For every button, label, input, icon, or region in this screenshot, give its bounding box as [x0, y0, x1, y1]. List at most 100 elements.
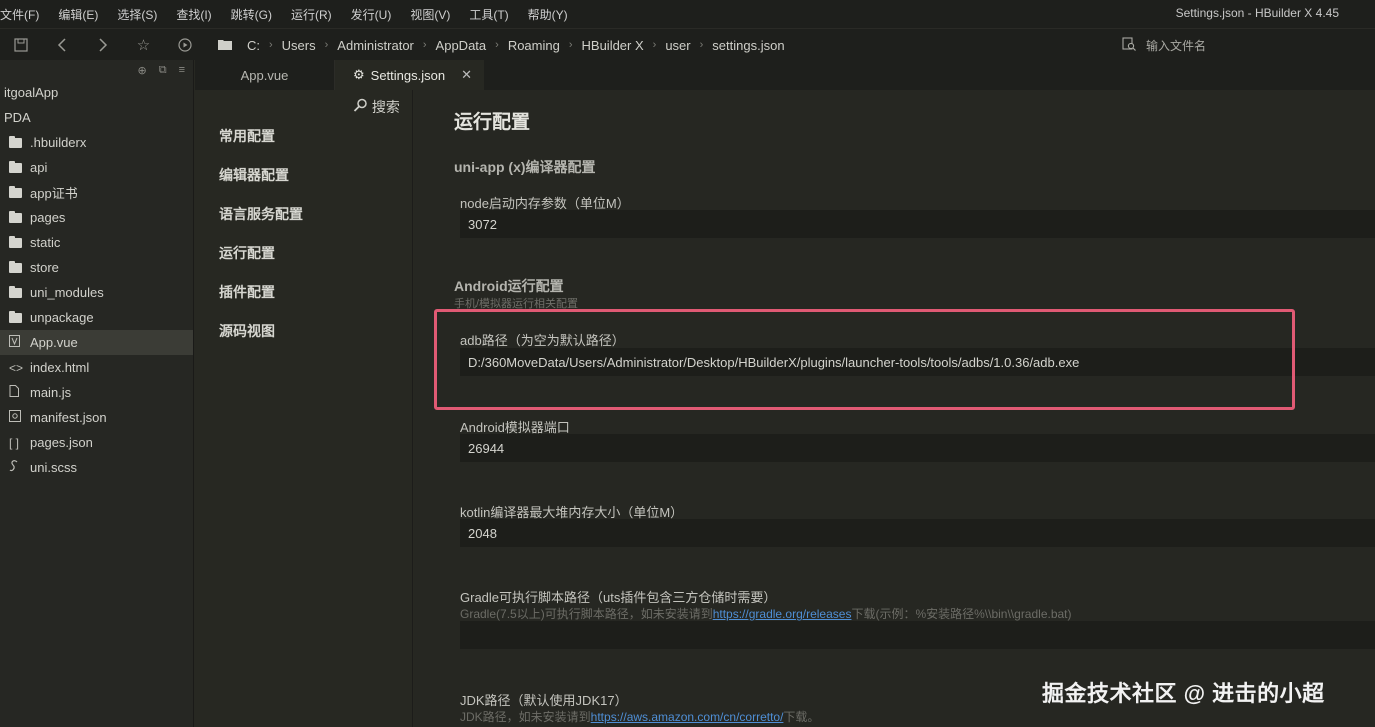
page-title: 运行配置: [454, 112, 531, 133]
highlight-annotation: [434, 309, 1295, 410]
locate-icon[interactable]: ⊕: [138, 64, 147, 77]
tree-folder[interactable]: .hbuilderx: [0, 130, 193, 155]
run-icon[interactable]: [164, 29, 205, 61]
tree-folder[interactable]: app证书: [0, 180, 193, 205]
jdk-desc-text: JDK路径，如未安装请到: [460, 710, 591, 724]
manifest-file-icon: [9, 410, 30, 425]
project-root-label: PDA: [4, 110, 31, 125]
section-heading-android: Android运行配置: [454, 278, 564, 294]
nav-plugin-settings[interactable]: 插件配置: [219, 282, 275, 302]
breadcrumb-item[interactable]: AppData: [427, 38, 496, 53]
menu-bar: 文件(F) 编辑(E) 选择(S) 查找(I) 跳转(G) 运行(R) 发行(U…: [0, 0, 1375, 28]
tree-item-label: api: [30, 160, 48, 175]
folder-icon: [9, 285, 22, 298]
jdk-download-link[interactable]: https://aws.amazon.com/cn/corretto/: [591, 710, 784, 724]
tab-app-vue[interactable]: App.vue: [195, 60, 335, 90]
menu-select[interactable]: 选择(S): [117, 6, 164, 23]
search-icon: [353, 98, 372, 115]
gradle-download-link[interactable]: https://gradle.org/releases: [713, 607, 852, 621]
gradle-path-input[interactable]: [460, 621, 1375, 649]
breadcrumb-item[interactable]: C:: [238, 38, 269, 53]
nav-editor-settings[interactable]: 编辑器配置: [219, 165, 289, 185]
tab-settings-json[interactable]: ⚙ Settings.json ✕: [335, 60, 484, 90]
save-icon[interactable]: [0, 29, 41, 61]
tab-label: App.vue: [240, 67, 289, 83]
toolbar: ☆ C: › Users › Administrator › AppData ›…: [0, 28, 1375, 60]
tree-item-label: uni_modules: [30, 285, 104, 300]
kotlin-heap-input[interactable]: 2048: [460, 519, 1375, 547]
breadcrumb-item[interactable]: user: [656, 38, 699, 53]
tree-item-label: index.html: [30, 360, 90, 375]
folder-icon: [9, 260, 22, 273]
breadcrumb: C: › Users › Administrator › AppData › R…: [218, 29, 794, 61]
nav-source-view[interactable]: 源码视图: [219, 321, 275, 341]
tree-file[interactable]: main.js: [0, 380, 193, 405]
tree-folder[interactable]: api: [0, 155, 193, 180]
forward-icon[interactable]: [82, 29, 123, 61]
search-label: 搜索: [371, 99, 400, 115]
emulator-port-input[interactable]: 26944: [460, 434, 1375, 462]
tree-folder[interactable]: pages: [0, 205, 193, 230]
nav-run-settings[interactable]: 运行配置: [219, 243, 275, 263]
menu-publish[interactable]: 发行(U): [351, 6, 399, 23]
window-title: Settings.json - HBuilder X 4.45: [1175, 6, 1339, 20]
tree-item-label: pages.json: [30, 435, 93, 450]
breadcrumb-item[interactable]: HBuilder X: [573, 38, 653, 53]
tree-item-label: main.js: [30, 385, 72, 400]
tree-item-label: uni.scss: [30, 460, 77, 475]
tree-folder[interactable]: static: [0, 230, 193, 255]
nav-language-service-settings[interactable]: 语言服务配置: [219, 204, 303, 224]
star-icon[interactable]: ☆: [123, 29, 164, 61]
file-search[interactable]: 输入文件名: [1122, 29, 1206, 61]
node-memory-input[interactable]: 3072: [460, 210, 1375, 238]
nav-general-settings[interactable]: 常用配置: [219, 126, 275, 146]
tree-item-label: manifest.json: [30, 410, 107, 425]
jdk-desc-suffix: 下载。: [783, 710, 820, 724]
folder-icon: [9, 310, 22, 323]
project-root[interactable]: PDA: [0, 105, 193, 130]
tab-label: Settings.json: [370, 67, 446, 83]
menu-tools[interactable]: 工具(T): [469, 6, 515, 23]
tree-file[interactable]: [ ] pages.json: [0, 430, 193, 455]
tree-file[interactable]: <> index.html: [0, 355, 193, 380]
tree-folder[interactable]: uni_modules: [0, 280, 193, 305]
folder-icon: [9, 135, 22, 148]
folder-icon: [9, 185, 22, 198]
settings-search-button[interactable]: 搜索: [353, 97, 400, 117]
menu-help[interactable]: 帮助(Y): [528, 6, 575, 23]
tree-item-label: static: [30, 235, 61, 250]
tree-item-label: unpackage: [30, 310, 94, 325]
vue-file-icon: [9, 335, 30, 350]
section-heading-compiler: uni-app (x)编译器配置: [454, 159, 596, 175]
breadcrumb-item[interactable]: Roaming: [499, 38, 569, 53]
settings-nav: 搜索 常用配置 编辑器配置 语言服务配置 运行配置 插件配置 源码视图: [195, 90, 413, 727]
close-icon[interactable]: ✕: [461, 67, 472, 83]
tree-file[interactable]: uni.scss: [0, 455, 193, 480]
gradle-path-label: Gradle可执行脚本路径（uts插件包含三方仓储时需要）: [460, 590, 777, 605]
breadcrumb-item[interactable]: settings.json: [703, 38, 793, 53]
menu-run[interactable]: 运行(R): [291, 6, 339, 23]
menu-find[interactable]: 查找(I): [176, 6, 218, 23]
menu-goto[interactable]: 跳转(G): [231, 6, 279, 23]
menu-icon[interactable]: ≡: [179, 64, 185, 76]
collapse-icon[interactable]: ⧉: [159, 64, 167, 77]
menu-file[interactable]: 文件(F): [0, 6, 46, 23]
gradle-desc-text: Gradle(7.5以上)可执行脚本路径，如未安装请到: [460, 607, 713, 621]
explorer-toolbar: ⊕ ⧉ ≡: [0, 60, 193, 80]
tree-file[interactable]: App.vue: [0, 330, 193, 355]
jdk-path-description: JDK路径，如未安装请到https://aws.amazon.com/cn/co…: [460, 708, 819, 725]
file-search-icon: [1122, 36, 1136, 54]
folder-icon: [218, 37, 238, 53]
tree-file[interactable]: manifest.json: [0, 405, 193, 430]
back-icon[interactable]: [41, 29, 82, 61]
json-file-icon: [ ]: [9, 435, 20, 450]
file-search-input[interactable]: 输入文件名: [1146, 37, 1206, 54]
menu-view[interactable]: 视图(V): [410, 6, 457, 23]
project-root[interactable]: itgoalApp: [0, 80, 193, 105]
menu-edit[interactable]: 编辑(E): [58, 6, 105, 23]
folder-icon: [9, 235, 22, 248]
breadcrumb-item[interactable]: Administrator: [328, 38, 423, 53]
tree-folder[interactable]: unpackage: [0, 305, 193, 330]
tree-folder[interactable]: store: [0, 255, 193, 280]
breadcrumb-item[interactable]: Users: [273, 38, 325, 53]
